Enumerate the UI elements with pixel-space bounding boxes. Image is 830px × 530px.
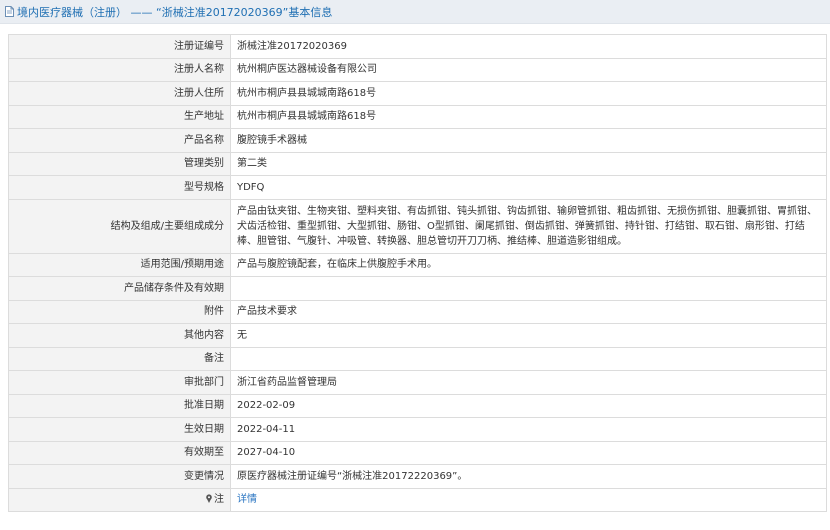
- field-value: 杭州市桐庐县县城城南路618号: [230, 81, 827, 106]
- field-label: 其他内容: [8, 323, 231, 348]
- field-value: 杭州市桐庐县县城城南路618号: [230, 104, 827, 129]
- table-row-management-class: 管理类别 第二类: [8, 151, 827, 176]
- field-label: 变更情况: [8, 464, 231, 489]
- note-label: 注: [214, 494, 224, 506]
- field-label: 备注: [8, 346, 231, 371]
- table-row-note: 注 详情: [8, 487, 827, 512]
- table-row-change-history: 变更情况 原医疗器械注册证编号“浙械注准20172220369”。: [8, 464, 827, 489]
- pin-icon: [205, 494, 213, 504]
- field-value: 产品由钛夹钳、生物夹钳、塑料夹钳、有齿抓钳、钝头抓钳、钩齿抓钳、输卵管抓钳、粗齿…: [230, 198, 827, 254]
- field-label: 注册人名称: [8, 57, 231, 82]
- field-value: YDFQ: [230, 175, 827, 200]
- field-value: 原医疗器械注册证编号“浙械注准20172220369”。: [230, 464, 827, 489]
- table-row-approval-date: 批准日期 2022-02-09: [8, 393, 827, 418]
- field-value: [230, 346, 827, 371]
- field-label: 管理类别: [8, 151, 231, 176]
- table-row-approval-department: 审批部门 浙江省药品监督管理局: [8, 370, 827, 395]
- field-label: 适用范围/预期用途: [8, 252, 231, 277]
- field-label: 附件: [8, 299, 231, 324]
- table-row-model-spec: 型号规格 YDFQ: [8, 175, 827, 200]
- page-title: 境内医疗器械（注册） —— “浙械注准20172020369”基本信息: [17, 5, 333, 19]
- field-value: 2022-04-11: [230, 417, 827, 442]
- table-row-registrant-address: 注册人住所 杭州市桐庐县县城城南路618号: [8, 81, 827, 106]
- page-header: 境内医疗器械（注册） —— “浙械注准20172020369”基本信息: [0, 0, 830, 24]
- table-row-production-address: 生产地址 杭州市桐庐县县城城南路618号: [8, 104, 827, 129]
- table-row-structure-composition: 结构及组成/主要组成成分 产品由钛夹钳、生物夹钳、塑料夹钳、有齿抓钳、钝头抓钳、…: [8, 198, 827, 254]
- note-label-cell: 注: [8, 487, 231, 512]
- table-row-effective-date: 生效日期 2022-04-11: [8, 417, 827, 442]
- note-value-cell: 详情: [230, 487, 827, 512]
- field-label: 注册证编号: [8, 34, 231, 59]
- field-label: 批准日期: [8, 393, 231, 418]
- table-row-expiry-date: 有效期至 2027-04-10: [8, 440, 827, 465]
- field-value: 腹腔镜手术器械: [230, 128, 827, 153]
- table-row-other-content: 其他内容 无: [8, 323, 827, 348]
- field-value: 产品与腹腔镜配套，在临床上供腹腔手术用。: [230, 252, 827, 277]
- info-table: 注册证编号 浙械注准20172020369 注册人名称 杭州桐庐医达器械设备有限…: [8, 34, 827, 512]
- table-row-remarks: 备注: [8, 346, 827, 371]
- field-label: 结构及组成/主要组成成分: [8, 198, 231, 254]
- field-label: 注册人住所: [8, 81, 231, 106]
- field-label: 产品名称: [8, 128, 231, 153]
- table-row-registration-number: 注册证编号 浙械注准20172020369: [8, 34, 827, 59]
- field-value: 浙械注准20172020369: [230, 34, 827, 59]
- field-value: 浙江省药品监督管理局: [230, 370, 827, 395]
- field-label: 生效日期: [8, 417, 231, 442]
- field-label: 有效期至: [8, 440, 231, 465]
- table-row-registrant-name: 注册人名称 杭州桐庐医达器械设备有限公司: [8, 57, 827, 82]
- info-table-container: 注册证编号 浙械注准20172020369 注册人名称 杭州桐庐医达器械设备有限…: [8, 34, 827, 512]
- field-value: 产品技术要求: [230, 299, 827, 324]
- table-row-product-name: 产品名称 腹腔镜手术器械: [8, 128, 827, 153]
- field-value: 2027-04-10: [230, 440, 827, 465]
- field-value: 无: [230, 323, 827, 348]
- field-value: 第二类: [230, 151, 827, 176]
- field-label: 生产地址: [8, 104, 231, 129]
- field-value: 杭州桐庐医达器械设备有限公司: [230, 57, 827, 82]
- field-value: [230, 276, 827, 301]
- table-row-intended-use: 适用范围/预期用途 产品与腹腔镜配套，在临床上供腹腔手术用。: [8, 252, 827, 277]
- field-value: 2022-02-09: [230, 393, 827, 418]
- details-link[interactable]: 详情: [237, 494, 257, 505]
- table-row-attachment: 附件 产品技术要求: [8, 299, 827, 324]
- table-row-storage-conditions: 产品储存条件及有效期: [8, 276, 827, 301]
- field-label: 型号规格: [8, 175, 231, 200]
- field-label: 审批部门: [8, 370, 231, 395]
- field-label: 产品储存条件及有效期: [8, 276, 231, 301]
- document-icon: [5, 6, 14, 17]
